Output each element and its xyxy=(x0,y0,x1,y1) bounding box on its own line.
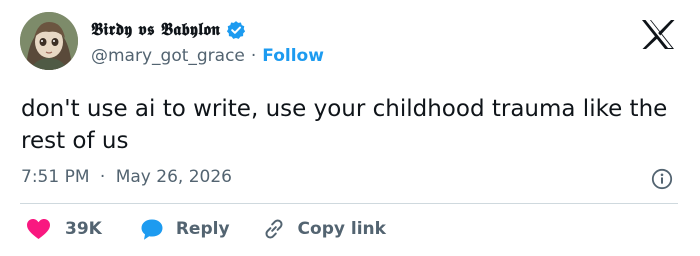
reply-button[interactable]: Reply xyxy=(140,218,230,241)
tweet-text: don't use ai to write, use your childhoo… xyxy=(21,96,668,154)
link-icon xyxy=(262,217,286,241)
author-name-line: 𝕭𝖎𝖗𝖉𝖞 𝖛𝖘 𝕭𝖆𝖇𝖞𝖑𝖔𝖓 xyxy=(91,20,246,40)
copy-link-button[interactable]: Copy link xyxy=(262,217,386,241)
avatar[interactable] xyxy=(20,12,78,70)
heart-icon xyxy=(26,218,51,240)
author-handle-line: @mary_got_grace · Follow xyxy=(91,46,324,66)
tweet-time[interactable]: 7:51 PM xyxy=(21,167,90,187)
avatar-image xyxy=(20,12,78,70)
tweet-date[interactable]: May 26, 2026 xyxy=(116,167,232,187)
timestamp-separator: · xyxy=(99,167,106,187)
handle-separator: · xyxy=(250,46,257,66)
info-icon[interactable] xyxy=(651,168,673,190)
like-count: 39K xyxy=(65,219,102,239)
divider xyxy=(20,203,678,204)
tweet-actions: 39K Reply Copy link xyxy=(26,217,386,241)
tweet-timestamp: 7:51 PM · May 26, 2026 xyxy=(21,167,232,187)
reply-bubble-icon xyxy=(140,218,164,241)
verified-badge-icon xyxy=(226,20,246,40)
x-logo-icon[interactable] xyxy=(641,19,675,50)
copy-link-label: Copy link xyxy=(297,219,386,239)
author-display-name[interactable]: 𝕭𝖎𝖗𝖉𝖞 𝖛𝖘 𝕭𝖆𝖇𝖞𝖑𝖔𝖓 xyxy=(91,20,220,40)
follow-button[interactable]: Follow xyxy=(262,46,324,66)
reply-label: Reply xyxy=(175,219,230,239)
like-button[interactable]: 39K xyxy=(26,218,102,240)
author-handle[interactable]: @mary_got_grace xyxy=(91,46,245,66)
